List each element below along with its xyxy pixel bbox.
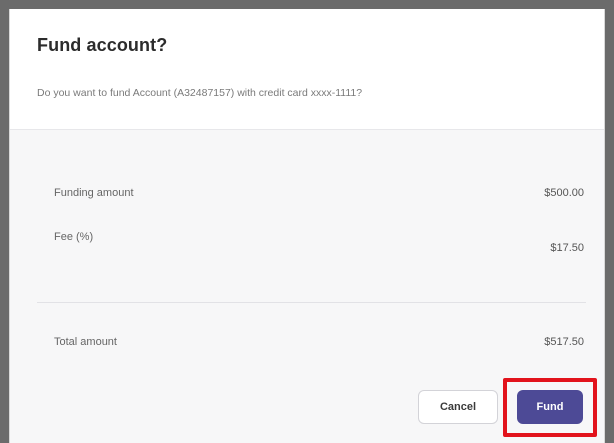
summary-divider [37,302,586,303]
dialog-subtitle: Do you want to fund Account (A32487157) … [37,87,363,99]
total-amount-value: $517.50 [544,336,584,348]
fee-value: $17.50 [550,242,584,254]
funding-amount-value: $500.00 [544,187,584,199]
fund-button-highlight [503,378,597,437]
fee-label: Fee (%) [54,231,94,243]
total-amount-label: Total amount [54,336,117,348]
cancel-button[interactable]: Cancel [418,390,498,424]
dialog-title: Fund account? [37,35,168,55]
dialog-header: Fund account? Do you want to fund Accoun… [10,9,604,129]
funding-amount-label: Funding amount [54,187,134,199]
